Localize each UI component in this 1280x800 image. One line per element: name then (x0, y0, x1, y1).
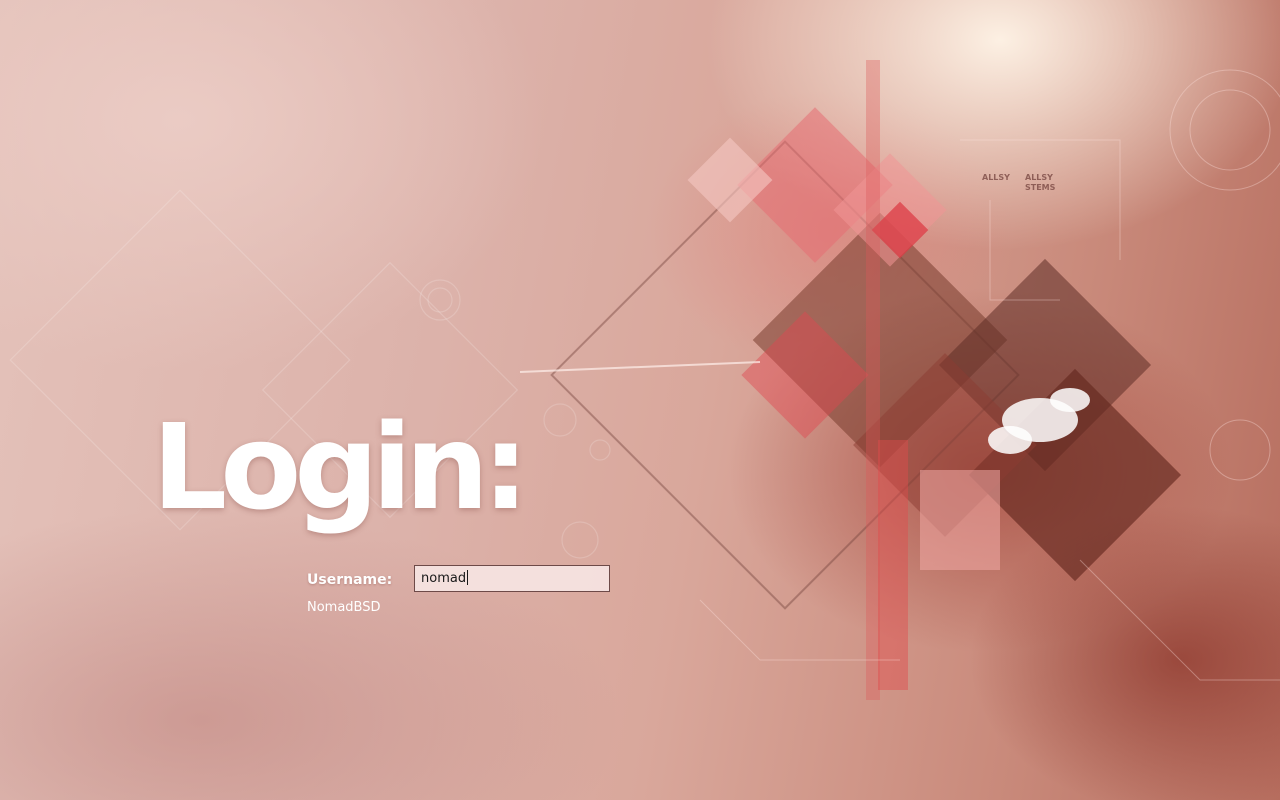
text-cursor (467, 570, 469, 585)
session-selector[interactable]: NomadBSD (307, 600, 381, 615)
login-title: Login: (152, 398, 529, 536)
username-input[interactable]: nomad (414, 565, 610, 592)
username-label: Username: (307, 572, 393, 588)
username-input-value: nomad (421, 571, 467, 586)
login-panel: Login: Username: nomad NomadBSD (0, 0, 1280, 800)
